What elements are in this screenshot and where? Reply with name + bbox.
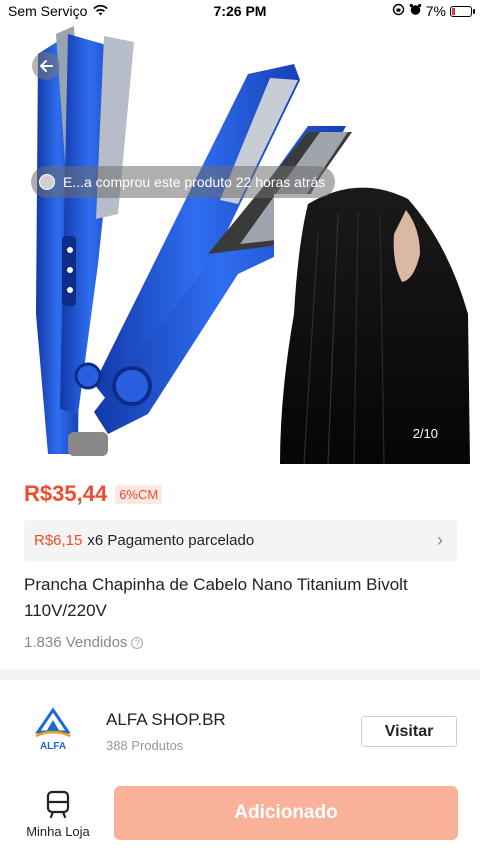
lock-rotation-icon: [392, 3, 405, 19]
toast-text: E...a comprou este produto 22 horas atrá…: [63, 174, 326, 190]
product-title: Prancha Chapinha de Cabelo Nano Titanium…: [24, 575, 408, 620]
store-icon: [46, 790, 70, 818]
product-price: R$35,44: [24, 481, 108, 506]
battery-percent: 7%: [425, 3, 446, 19]
recent-purchase-toast: E...a comprou este produto 22 horas atrá…: [31, 166, 336, 198]
discount-badge: 6%CM: [115, 484, 163, 504]
back-button[interactable]: [32, 52, 60, 80]
help-icon[interactable]: ?: [131, 636, 144, 649]
wifi-icon: [93, 3, 108, 19]
my-store-button[interactable]: Minha Loja: [20, 790, 96, 839]
visit-shop-button[interactable]: Visitar: [361, 716, 457, 747]
battery-icon: [450, 5, 475, 17]
installment-text: x6 Pagamento parcelado: [87, 532, 255, 549]
buyer-avatar: [39, 174, 55, 190]
alarm-icon: [409, 3, 422, 19]
shop-logo-text: ALFA: [40, 741, 66, 752]
product-image: [36, 26, 472, 464]
section-divider: [0, 670, 480, 680]
arrow-left-icon: [40, 60, 53, 72]
installment-amount: R$6,15: [34, 532, 83, 549]
status-right: 7%: [392, 3, 475, 19]
carrier-label: Sem Serviço: [8, 3, 88, 19]
status-left: Sem Serviço: [8, 3, 108, 19]
chevron-right-icon: ›: [437, 530, 443, 550]
shop-logo[interactable]: ALFA: [32, 706, 74, 752]
shop-product-count: 388 Produtos: [106, 738, 184, 753]
product-image-carousel[interactable]: E...a comprou este produto 22 horas atrá…: [8, 14, 472, 464]
image-counter: 2/10: [412, 426, 438, 441]
installment-row[interactable]: R$6,15 x6 Pagamento parcelado ›: [24, 520, 457, 561]
sold-count: 1.836 Vendidos ?: [24, 634, 144, 651]
price-row: R$35,44 6%CM: [24, 481, 163, 507]
sold-text: 1.836 Vendidos: [24, 634, 128, 651]
shop-name[interactable]: ALFA SHOP.BR: [106, 710, 226, 730]
added-to-cart-button[interactable]: Adicionado: [114, 786, 458, 840]
my-store-label: Minha Loja: [26, 824, 90, 839]
status-bar: Sem Serviço 7:26 PM 7%: [0, 0, 480, 22]
